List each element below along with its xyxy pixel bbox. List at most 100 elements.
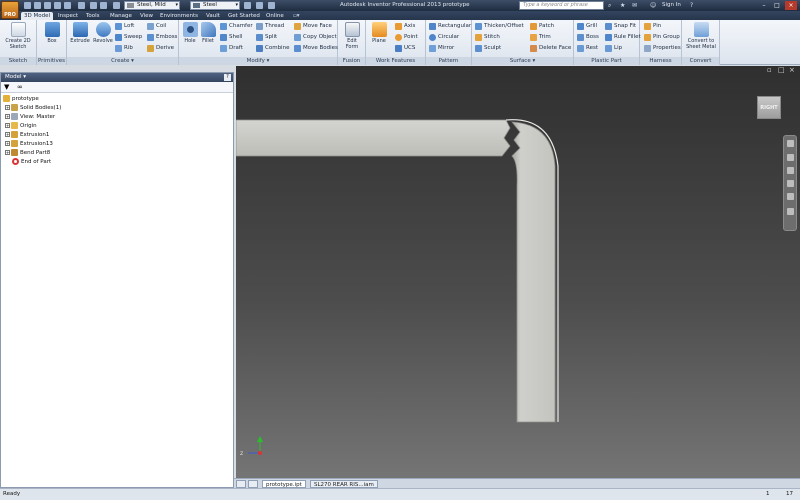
doc-tab-assembly[interactable]: SL270 REAR RIS...iam [310,480,378,488]
maximize-icon[interactable]: □ [771,1,783,10]
binoculars-icon[interactable]: ⌕ [608,2,611,10]
redo-icon[interactable] [64,2,71,9]
help-icon[interactable]: ? [690,2,693,9]
draft-button[interactable]: Draft [220,44,243,53]
tab-view[interactable]: View [140,12,153,20]
tab-vault[interactable]: Vault [206,12,220,20]
thread-button[interactable]: Thread [256,22,284,31]
coil-button[interactable]: Coil [147,22,166,31]
subscription-icon[interactable]: ★ [620,2,625,9]
doc-tab-prototype[interactable]: prototype.ipt [262,480,306,488]
zoom-icon[interactable] [787,167,794,174]
pan-icon[interactable] [787,154,794,161]
patch-button[interactable]: Patch [530,22,554,31]
rectangular-pattern-button[interactable]: Rectangular [429,22,471,31]
fillet-button[interactable]: Fillet [199,22,217,44]
convert-to-sheet-metal-button[interactable]: Convert to Sheet Metal [684,22,718,50]
tile-icon[interactable] [236,480,246,488]
measure-icon[interactable] [256,2,263,9]
tree-item-view-master[interactable]: + View: Master [5,113,55,121]
browser-header[interactable]: Model ▾ ? [1,73,233,82]
move-bodies-button[interactable]: Move Bodies [294,44,338,53]
fx-icon[interactable] [244,2,251,9]
help-search-input[interactable]: Type a keyword or phrase [519,1,604,10]
home-icon[interactable] [78,2,85,9]
orbit-icon[interactable] [787,180,794,187]
minimize-icon[interactable]: – [758,1,770,10]
axis-button[interactable]: Axis [395,22,415,31]
rule-fillet-button[interactable]: Rule Fillet [605,33,641,42]
tab-online[interactable]: Online [266,12,284,20]
tree-item-prototype[interactable]: prototype [3,95,39,103]
sign-in-link[interactable]: Sign In [662,2,681,8]
tree-item-bend-part8[interactable]: + Bend Part8 [5,149,50,157]
look-at-icon[interactable] [787,193,794,200]
point-button[interactable]: Point [395,33,418,42]
split-button[interactable]: Split [256,33,277,42]
close-icon[interactable]: × [785,1,797,10]
expand-icon[interactable]: + [5,132,10,137]
sculpt-button[interactable]: Sculpt [475,44,501,53]
color-icon[interactable] [113,2,120,9]
thicken-offset-button[interactable]: Thicken/Offset [475,22,524,31]
tree-item-end-of-part[interactable]: End of Part [12,158,51,166]
trim-button[interactable]: Trim [530,33,551,42]
application-menu-button[interactable]: PRO [1,1,19,19]
rest-button[interactable]: Rest [577,44,598,53]
communication-icon[interactable]: ✉ [632,2,637,9]
user-icon[interactable]: ☺ [650,2,656,9]
new-file-icon[interactable] [24,2,31,9]
tab-get-started[interactable]: Get Started [228,12,260,20]
panel-title-create[interactable]: Create ▾ [67,57,178,65]
filter-icon[interactable]: ▼ [4,83,9,91]
tree-item-origin[interactable]: + Origin [5,122,37,130]
expand-icon[interactable]: + [5,114,10,119]
open-file-icon[interactable] [34,2,41,9]
graphics-viewport[interactable]: ▫ □ × z RIGHT [236,66,800,488]
customize-icon[interactable] [268,2,275,9]
boss-button[interactable]: Boss [577,33,599,42]
steering-wheel-icon[interactable] [787,140,794,147]
pin-group-button[interactable]: Pin Group [644,33,680,42]
tab-inspect[interactable]: Inspect [58,12,78,20]
grill-button[interactable]: Grill [577,22,597,31]
hole-button[interactable]: Hole [181,22,199,44]
binoculars-icon[interactable]: ∞ [17,83,23,91]
lip-button[interactable]: Lip [605,44,622,53]
ucs-button[interactable]: UCS [395,44,415,53]
delete-face-button[interactable]: Delete Face [530,44,571,53]
create-2d-sketch-button[interactable]: Create 2D Sketch [3,22,33,50]
select-icon[interactable] [100,2,107,9]
tree-item-extrusion1[interactable]: + Extrusion1 [5,131,49,139]
tree-item-solid-bodies[interactable]: + Solid Bodies(1) [5,104,61,112]
save-icon[interactable] [44,2,51,9]
tab-environments[interactable]: Environments [160,12,198,20]
rib-button[interactable]: Rib [115,44,133,53]
move-face-button[interactable]: Move Face [294,22,332,31]
chamfer-button[interactable]: Chamfer [220,22,253,31]
combine-button[interactable]: Combine [256,44,289,53]
expand-icon[interactable]: + [5,141,10,146]
navbar-options-icon[interactable] [787,208,794,215]
ribbon-options-icon[interactable]: ▫▾ [293,12,300,20]
expand-icon[interactable]: + [5,150,10,155]
revolve-button[interactable]: Revolve [91,22,115,44]
expand-icon[interactable]: + [5,123,10,128]
copy-object-button[interactable]: Copy Object [294,33,337,42]
extrude-button[interactable]: Extrude [69,22,91,44]
sweep-button[interactable]: Sweep [115,33,142,42]
appearance-dropdown[interactable]: Steel ▾ [190,1,240,10]
tab-3d-model[interactable]: 3D Model [21,12,53,20]
tab-tools[interactable]: Tools [86,12,100,20]
plane-button[interactable]: Plane [368,22,390,44]
viewcube[interactable]: RIGHT [757,96,781,119]
panel-title-modify[interactable]: Modify ▾ [179,57,337,65]
tab-manage[interactable]: Manage [110,12,132,20]
shell-button[interactable]: Shell [220,33,242,42]
cascade-icon[interactable] [248,480,258,488]
mirror-button[interactable]: Mirror [429,44,454,53]
circular-pattern-button[interactable]: Circular [429,33,459,42]
pin-button[interactable]: Pin [644,22,661,31]
emboss-button[interactable]: Emboss [147,33,177,42]
tree-item-extrusion13[interactable]: + Extrusion13 [5,140,53,148]
